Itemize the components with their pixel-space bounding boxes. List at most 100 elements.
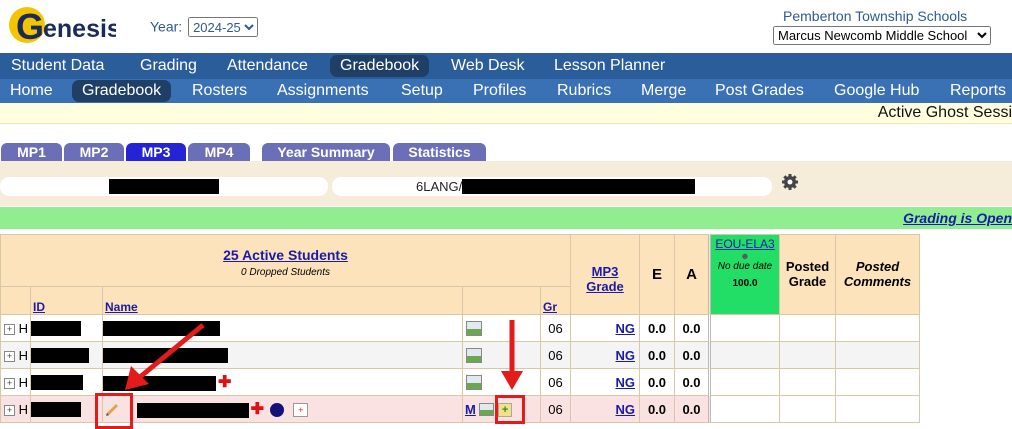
mp3-grade-link[interactable]: NG [616,375,636,390]
picture-icon[interactable] [466,375,482,391]
m-icon[interactable]: M [465,402,476,417]
student-name-cell[interactable] [102,314,463,342]
school-select[interactable]: Marcus Newcomb Middle School [773,26,991,45]
tab-mp4[interactable]: MP4 [188,143,250,161]
subnav-gradebook[interactable]: Gradebook [72,80,172,102]
id-header-link[interactable]: ID [33,300,45,314]
assignment-code[interactable]: EOU-ELA3 [711,237,779,251]
expand-plus-icon[interactable]: + [4,323,15,335]
e-value: 0.0 [639,314,675,342]
course-select[interactable]: 6LANG/ [332,177,772,196]
row-status: H [18,347,29,363]
annotation-box-add [495,395,525,424]
subnav-profiles[interactable]: Profiles [463,80,536,102]
active-students-link[interactable]: 25 Active Students [1,247,570,263]
mp3-grade-header[interactable]: MP3 Grade [570,234,640,315]
year-select[interactable]: 2024-25 [188,17,259,37]
blank-header-cell [0,286,31,315]
assignment-grade-cell[interactable] [708,368,780,396]
e-value: 0.0 [639,395,675,423]
year-label: Year: [150,18,183,35]
posted-grade-cell [779,395,836,423]
mp3-grade-link[interactable]: NG [616,348,636,363]
expand-plus-icon[interactable]: + [4,377,15,389]
a-value: 0.0 [674,341,710,369]
subnav-rubrics[interactable]: Rubrics [547,80,621,102]
gear-icon[interactable] [781,173,799,191]
table-row: + H ✚ 06 NG 0.0 0.0 [0,368,920,396]
tab-mp1[interactable]: MP1 [1,143,62,161]
nav-attendance[interactable]: Attendance [217,55,318,77]
picture-icon[interactable] [466,348,482,364]
subnav-home[interactable]: Home [0,80,63,102]
assignment-grade-cell[interactable] [708,395,780,423]
ghost-session-banner: Active Ghost Sessi [0,103,1012,124]
dropped-students-text: 0 Dropped Students [241,267,330,278]
tab-statistics[interactable]: Statistics [393,143,486,161]
tab-year-summary[interactable]: Year Summary [262,143,390,161]
a-value: 0.0 [674,368,710,396]
subnav-assignments[interactable]: Assignments [267,80,379,102]
mp3-grade-link[interactable]: NG [616,402,636,417]
mp3-header-line1: MP3 [591,263,619,279]
student-name-cell[interactable] [102,341,463,369]
posted-comments-cell [835,395,920,423]
posted-grade-line1: Posted [785,259,830,274]
name-header-link[interactable]: Name [105,300,138,314]
secondary-nav: Home Gradebook Rosters Assignments Setup… [0,79,1012,103]
nav-grading[interactable]: Grading [130,55,207,77]
subnav-post-grades[interactable]: Post Grades [705,80,814,102]
subnav-reports[interactable]: Reports [940,80,1012,102]
redacted-name [103,376,216,392]
tab-mp3[interactable]: MP3 [126,143,186,161]
mp3-grade-cell[interactable]: NG [570,314,640,342]
assignment-header[interactable]: EOU-ELA3 ☻ No due date 100.0 [708,234,780,315]
assignment-grade-cell[interactable] [708,341,780,369]
course-prefix: 6LANG/ [416,179,463,194]
picture-icon[interactable] [466,321,482,337]
redacted-id [31,374,83,390]
assignment-grade-cell[interactable] [708,314,780,342]
name-header[interactable]: Name [102,286,463,315]
mp3-grade-cell[interactable]: NG [570,341,640,369]
teacher-select[interactable] [0,177,328,196]
nav-web-desk[interactable]: Web Desk [441,55,535,77]
posted-grade-cell [779,368,836,396]
posted-comments-line1: Posted [855,259,900,274]
year-selector: Year: 2024-25 [150,17,259,37]
student-name-cell[interactable]: ✚ + [102,395,463,423]
expand-plus-icon[interactable]: + [4,350,15,362]
posted-grade-line2: Grade [788,274,827,289]
a-value: 0.0 [674,314,710,342]
posted-grade-cell [779,341,836,369]
nav-gradebook[interactable]: Gradebook [330,55,430,77]
row-status: H [18,374,29,390]
logo-text: enesis [43,15,116,43]
mp3-grade-cell[interactable]: NG [570,395,640,423]
picture-icon[interactable] [479,403,495,417]
subnav-rosters[interactable]: Rosters [182,80,257,102]
student-id-cell [30,341,103,369]
subnav-merge[interactable]: Merge [631,80,696,102]
grading-status-bar: Grading is Open [0,207,1012,229]
id-header[interactable]: ID [30,286,103,315]
header: G enesis Year: 2024-25 Pemberton Townshi… [0,0,1012,53]
subnav-setup[interactable]: Setup [391,80,453,102]
gr-header-link[interactable]: Gr [543,300,557,314]
nav-student-data[interactable]: Student Data [1,55,114,77]
grading-open-link[interactable]: Grading is Open [903,210,1012,226]
nav-lesson-planner[interactable]: Lesson Planner [544,55,675,77]
subnav-google-hub[interactable]: Google Hub [824,80,929,102]
redacted-name [103,347,228,363]
student-name-cell[interactable]: ✚ [102,368,463,396]
grade-level: 06 [540,395,571,423]
tab-mp2[interactable]: MP2 [64,143,124,161]
mp3-grade-link[interactable]: NG [616,321,636,336]
expand-plus-icon[interactable]: + [4,404,15,416]
mp3-grade-cell[interactable]: NG [570,368,640,396]
medical-kit-icon[interactable]: + [293,403,309,418]
posted-comments-cell [835,341,920,369]
table-row: + H 06 NG 0.0 0.0 [0,341,920,369]
redacted-name [136,402,249,418]
gr-header[interactable]: Gr [540,286,571,315]
